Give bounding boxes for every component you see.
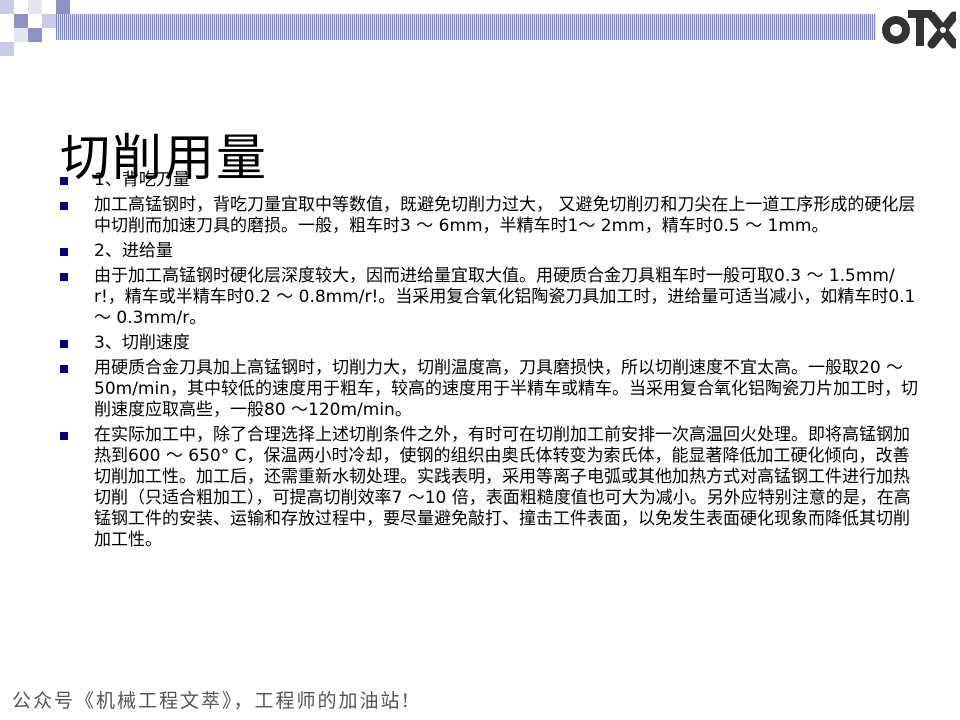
list-item: 1、背吃刀量 bbox=[58, 170, 918, 191]
square-bullet-icon bbox=[60, 365, 68, 373]
square-bullet-icon bbox=[60, 177, 68, 185]
bullet-list: 1、背吃刀量 加工高锰钢时，背吃刀量宜取中等数值，既避免切削力过大， 又避免切削… bbox=[58, 170, 918, 555]
footer-caption: 公众号《机械工程文萃》，工程师的加油站! bbox=[12, 690, 412, 712]
list-item-text: 1、背吃刀量 bbox=[94, 170, 190, 190]
company-logo-icon bbox=[882, 10, 956, 49]
decorative-bar bbox=[56, 14, 876, 40]
list-item-text: 3、切削速度 bbox=[94, 333, 190, 353]
list-item: 加工高锰钢时，背吃刀量宜取中等数值，既避免切削力过大， 又避免切削刃和刀尖在上一… bbox=[58, 195, 918, 237]
list-item-text: 由于加工高锰钢时硬化层深度较大，因而进给量宜取大值。用硬质合金刀具粗车时一般可取… bbox=[94, 266, 916, 328]
list-item: 由于加工高锰钢时硬化层深度较大，因而进给量宜取大值。用硬质合金刀具粗车时一般可取… bbox=[58, 266, 918, 329]
list-item-text: 用硬质合金刀具加上高锰钢时，切削力大，切削温度高，刀具磨损快，所以切削速度不宜太… bbox=[94, 358, 918, 420]
square-bullet-icon bbox=[60, 273, 68, 281]
square-bullet-icon bbox=[60, 340, 68, 348]
list-item: 用硬质合金刀具加上高锰钢时，切削力大，切削温度高，刀具磨损快，所以切削速度不宜太… bbox=[58, 358, 918, 421]
square-bullet-icon bbox=[60, 202, 68, 210]
square-bullet-icon bbox=[60, 432, 68, 440]
square-bullet-icon bbox=[60, 248, 68, 256]
list-item: 在实际加工中，除了合理选择上述切削条件之外，有时可在切削加工前安排一次高温回火处… bbox=[58, 425, 918, 551]
list-item-text: 2、进给量 bbox=[94, 241, 173, 261]
list-item: 3、切削速度 bbox=[58, 333, 918, 354]
list-item: 2、进给量 bbox=[58, 241, 918, 262]
list-item-text: 加工高锰钢时，背吃刀量宜取中等数值，既避免切削力过大， 又避免切削刃和刀尖在上一… bbox=[94, 195, 916, 236]
list-item-text: 在实际加工中，除了合理选择上述切削条件之外，有时可在切削加工前安排一次高温回火处… bbox=[94, 425, 911, 550]
